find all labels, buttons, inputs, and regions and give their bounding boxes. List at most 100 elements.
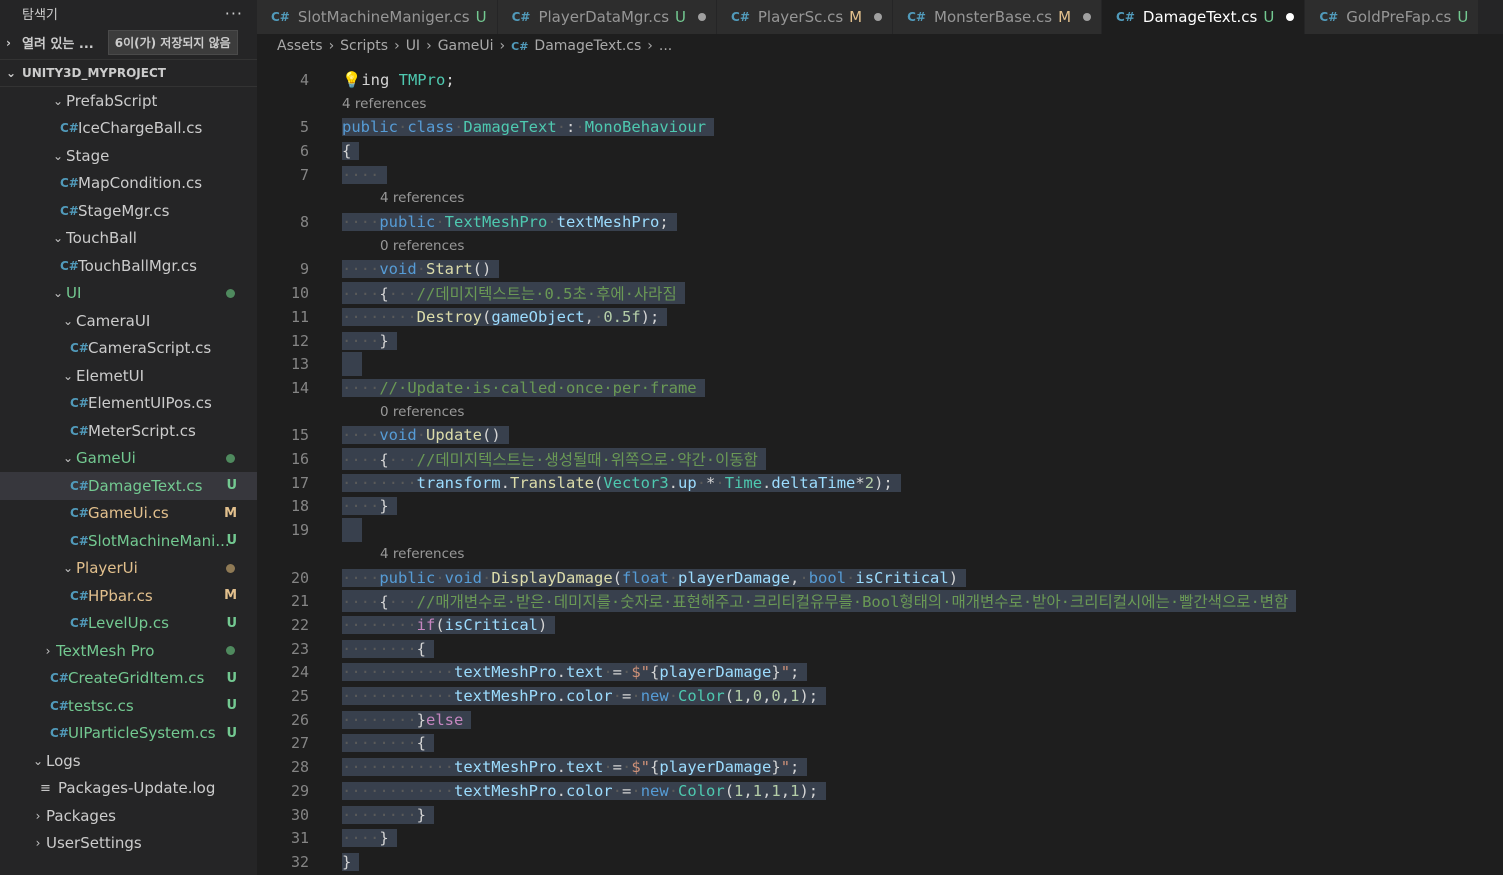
git-status-badge: M xyxy=(224,505,237,521)
breadcrumb-item[interactable]: ... xyxy=(659,38,672,54)
open-editors-section[interactable]: › 열려 있는 ... 6이(가) 저장되지 않음 xyxy=(0,26,257,60)
editor-tab[interactable]: C# PlayerSc.cs M xyxy=(717,0,894,34)
tree-file[interactable]: C# UIParticleSystem.cs U xyxy=(0,720,257,748)
tree-folder[interactable]: ⌄ Logs xyxy=(0,747,257,775)
code-line[interactable]: 9 ····void·Start() xyxy=(257,258,500,282)
tree-file[interactable]: C# LevelUp.cs U xyxy=(0,610,257,638)
tree-file[interactable]: C# testsc.cs U xyxy=(0,692,257,720)
more-actions-icon[interactable]: ··· xyxy=(225,4,243,23)
editor-tab[interactable]: C# DamageText.cs U xyxy=(1102,0,1306,34)
tree-file[interactable]: C# HPbar.cs M xyxy=(0,582,257,610)
code-text: ········if(isCritical) xyxy=(342,615,556,634)
code-text: ····{···//데미지텍스트는·생성될때·위쪽으로·약간·이동함 xyxy=(342,448,766,471)
code-line[interactable]: 19 xyxy=(257,518,362,542)
editor-tab[interactable]: C# SlotMachineManiger.cs U xyxy=(257,0,498,34)
tab-label: PlayerSc.cs xyxy=(757,8,844,26)
code-line[interactable]: 7 ···· xyxy=(257,163,388,187)
csharp-file-icon: C# xyxy=(50,698,69,713)
code-line[interactable]: 26 ········}else xyxy=(257,708,472,732)
line-number: 27 xyxy=(290,734,309,753)
code-line[interactable]: 11 ········Destroy(gameObject,·0.5f); xyxy=(257,305,668,329)
editor-tab[interactable]: C# GoldPreFap.cs U xyxy=(1305,0,1480,34)
tree-folder[interactable]: ⌄ CameraUI xyxy=(0,307,257,335)
git-status-badge: U xyxy=(226,698,237,714)
tree-file[interactable]: C# MeterScript.cs xyxy=(0,417,257,445)
tree-folder[interactable]: ⌄ PrefabScript xyxy=(0,87,257,115)
code-editor[interactable]: 4 💡ing TMPro; 4 references 5 public·class·Da… xyxy=(257,58,1503,875)
codelens-references[interactable]: 0 references xyxy=(380,234,464,258)
tree-file[interactable]: C# GameUi.cs M xyxy=(0,500,257,528)
code-line[interactable]: 14 ····//·Update·is·called·once·per·frame xyxy=(257,376,705,400)
unsaved-dot-icon[interactable] xyxy=(874,13,883,21)
unsaved-dot-icon[interactable] xyxy=(698,13,707,21)
editor-tab[interactable]: C# PlayerDataMgr.cs U xyxy=(497,0,718,34)
tree-folder[interactable]: › UserSettings xyxy=(0,830,257,858)
codelens-references[interactable]: 0 references xyxy=(380,400,464,424)
tree-folder[interactable]: ⌄ ElemetUI xyxy=(0,362,257,390)
project-section[interactable]: ⌄ UNITY3D_MYPROJECT xyxy=(0,60,257,87)
tree-folder[interactable]: ⌄ TouchBall xyxy=(0,225,257,253)
code-line[interactable]: 6{ xyxy=(257,139,360,163)
code-line[interactable]: 15 ····void·Update() xyxy=(257,424,509,448)
breadcrumb-item[interactable]: DamageText.cs xyxy=(534,38,641,54)
tree-folder[interactable]: ⌄ UI xyxy=(0,280,257,308)
codelens-references[interactable]: 4 references xyxy=(342,92,426,116)
tree-file[interactable]: C# ElementUIPos.cs xyxy=(0,390,257,418)
breadcrumb-item[interactable]: UI xyxy=(406,38,420,54)
code-line[interactable]: 27 ········{ xyxy=(257,732,434,756)
codelens-references[interactable]: 4 references xyxy=(380,187,464,211)
breadcrumb-item[interactable]: Assets xyxy=(277,38,323,54)
code-line[interactable]: 4 💡ing TMPro; xyxy=(257,68,455,92)
tree-folder[interactable]: › TextMesh Pro xyxy=(0,637,257,665)
codelens-references[interactable]: 4 references xyxy=(380,542,464,566)
code-line[interactable]: 25 ············textMeshPro.color·=·new·Co… xyxy=(257,684,827,708)
tree-file[interactable]: ≡ Packages-Update.log xyxy=(0,775,257,803)
tree-file[interactable]: C# TouchBallMgr.cs xyxy=(0,252,257,280)
tab-git-status: U xyxy=(675,8,687,26)
tree-file[interactable]: C# CreateGridItem.cs U xyxy=(0,665,257,693)
tree-folder[interactable]: › Packages xyxy=(0,802,257,830)
code-line[interactable]: 8 ····public·TextMeshPro·textMeshPro; xyxy=(257,210,677,234)
tree-file[interactable]: C# SlotMachineMani... U xyxy=(0,527,257,555)
code-line[interactable]: 18 ····} xyxy=(257,495,397,519)
code-line[interactable]: 17 ········transform.Translate(Vector3.up… xyxy=(257,471,901,495)
code-line[interactable]: 29 ············textMeshPro.color·=·new·Co… xyxy=(257,779,827,803)
code-line[interactable]: 30 ········} xyxy=(257,803,434,827)
code-line[interactable]: 20 ····public·void·DisplayDamage(float·pl… xyxy=(257,566,967,590)
tree-folder[interactable]: ⌄ GameUi xyxy=(0,445,257,473)
unsaved-dot-icon[interactable] xyxy=(1083,13,1092,21)
code-text: ········}else xyxy=(342,710,472,729)
code-text: 💡ing TMPro; xyxy=(342,70,455,89)
line-number: 10 xyxy=(290,284,309,303)
unsaved-dot-icon[interactable] xyxy=(1286,13,1295,21)
line-number: 16 xyxy=(290,450,309,469)
line-number: 22 xyxy=(290,615,309,634)
code-line[interactable]: 32} xyxy=(257,850,360,874)
tab-git-status: U xyxy=(1263,8,1275,26)
tree-file[interactable]: C# IceChargeBall.cs xyxy=(0,115,257,143)
tree-file[interactable]: C# DamageText.cs U xyxy=(0,472,257,500)
breadcrumb-item[interactable]: Scripts xyxy=(340,38,388,54)
tree-folder[interactable]: ⌄ PlayerUi xyxy=(0,555,257,583)
code-line[interactable]: 10 ····{···//데미지텍스트는·0.5초·후에·사라짐 xyxy=(257,281,685,305)
editor-tab[interactable]: C# MonsterBase.cs M xyxy=(893,0,1103,34)
explorer-header: 탐색기 ··· xyxy=(0,0,257,26)
code-line[interactable]: 5 public·class·DamageText·:·MonoBehaviour xyxy=(257,115,715,139)
code-line[interactable]: 31 ····} xyxy=(257,826,397,850)
breadcrumb-item[interactable]: GameUi xyxy=(438,38,494,54)
line-number: 29 xyxy=(290,781,309,800)
tree-file[interactable]: C# MapCondition.cs xyxy=(0,170,257,198)
tree-file[interactable]: C# CameraScript.cs xyxy=(0,335,257,363)
tree-item-label: LevelUp.cs xyxy=(88,614,169,633)
code-line[interactable]: 22 ········if(isCritical) xyxy=(257,613,556,637)
code-line[interactable]: 21 ····{···//매개변수로·받은·데미지를·숫자로·표현해주고·크리티컬… xyxy=(257,589,1297,613)
chevron-down-icon: ⌄ xyxy=(52,231,64,246)
code-line[interactable]: 24 ············textMeshPro.text·=·$"{play… xyxy=(257,661,808,685)
tree-folder[interactable]: ⌄ Stage xyxy=(0,142,257,170)
code-line[interactable]: 16 ····{···//데미지텍스트는·생성될때·위쪽으로·약간·이동함 xyxy=(257,447,766,471)
code-line[interactable]: 28 ············textMeshPro.text·=·$"{play… xyxy=(257,755,808,779)
code-line[interactable]: 23 ········{ xyxy=(257,637,434,661)
code-line[interactable]: 12 ····} xyxy=(257,329,397,353)
code-line[interactable]: 13 xyxy=(257,352,362,377)
tree-file[interactable]: C# StageMgr.cs xyxy=(0,197,257,225)
